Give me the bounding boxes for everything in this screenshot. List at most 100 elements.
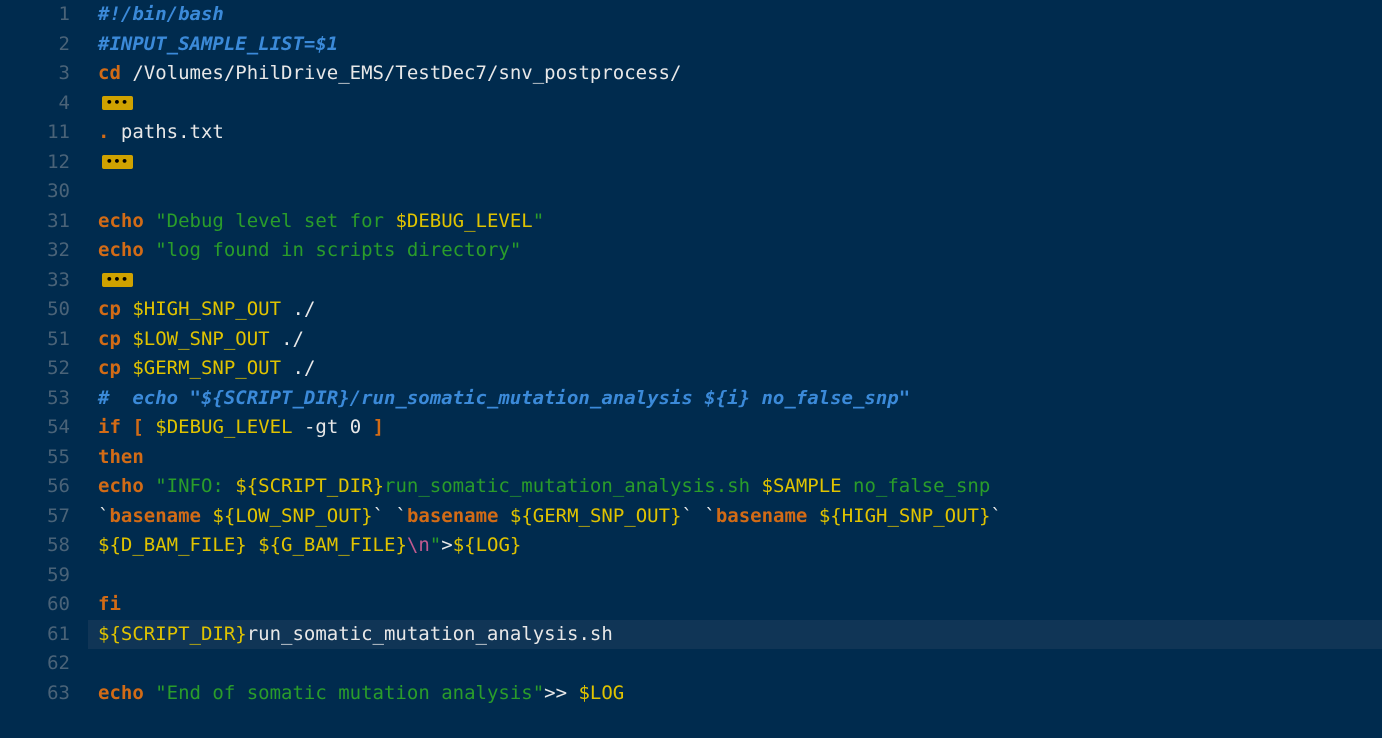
- token: echo: [98, 239, 144, 261]
- code-line[interactable]: cd /Volumes/PhilDrive_EMS/TestDec7/snv_p…: [88, 59, 1382, 89]
- code-area[interactable]: #!/bin/bash #INPUT_SAMPLE_LIST=$1cd /Volu…: [88, 0, 1382, 738]
- token: ${SCRIPT_DIR}: [235, 475, 384, 497]
- token: ${SCRIPT_DIR}: [98, 623, 247, 645]
- code-line[interactable]: fi: [88, 590, 1382, 620]
- line-number: 31: [0, 207, 70, 237]
- token: cp: [98, 357, 121, 379]
- token: basename: [716, 505, 808, 527]
- code-line[interactable]: echo "INFO: ${SCRIPT_DIR}run_somatic_mut…: [88, 472, 1382, 502]
- code-line[interactable]: •••: [88, 148, 1382, 178]
- line-number: 63: [0, 679, 70, 709]
- token: ./: [281, 298, 315, 320]
- code-line[interactable]: cp $HIGH_SNP_OUT ./: [88, 295, 1382, 325]
- token: [121, 328, 132, 350]
- token: [144, 416, 155, 438]
- token: ${D_BAM_FILE}: [98, 534, 247, 556]
- token: [201, 505, 212, 527]
- code-line[interactable]: echo "End of somatic mutation analysis">…: [88, 679, 1382, 709]
- token: ./: [270, 328, 304, 350]
- token: ${G_BAM_FILE}: [258, 534, 407, 556]
- token: echo: [98, 210, 144, 232]
- line-number: 52: [0, 354, 70, 384]
- token: echo: [98, 475, 144, 497]
- code-line[interactable]: •••: [88, 89, 1382, 119]
- token: .: [98, 121, 109, 143]
- token: fi: [98, 593, 121, 615]
- token: ${GERM_SNP_OUT}: [510, 505, 682, 527]
- code-line[interactable]: echo "Debug level set for $DEBUG_LEVEL": [88, 207, 1382, 237]
- line-number: 12: [0, 148, 70, 178]
- line-number: 62: [0, 649, 70, 679]
- token: $LOG: [578, 682, 624, 704]
- line-number: 32: [0, 236, 70, 266]
- token: [121, 357, 132, 379]
- token: run_somatic_mutation_analysis.sh: [384, 475, 762, 497]
- line-number: 51: [0, 325, 70, 355]
- token: ": [533, 210, 544, 232]
- token: `: [373, 505, 384, 527]
- code-line[interactable]: then: [88, 443, 1382, 473]
- code-line[interactable]: [88, 177, 1382, 207]
- line-number: 53: [0, 384, 70, 414]
- code-line[interactable]: cp $GERM_SNP_OUT ./: [88, 354, 1382, 384]
- line-number: 1: [0, 0, 70, 30]
- token: #INPUT_SAMPLE_LIST=$1: [98, 33, 338, 55]
- token: ]: [373, 416, 384, 438]
- token: paths.txt: [109, 121, 223, 143]
- code-line[interactable]: if [ $DEBUG_LEVEL -gt 0 ]: [88, 413, 1382, 443]
- code-editor[interactable]: 1234111230313233505152535455565758596061…: [0, 0, 1382, 738]
- line-number: 57: [0, 502, 70, 532]
- token: `: [395, 505, 406, 527]
- token: # echo "${SCRIPT_DIR}/run_somatic_mutati…: [98, 387, 910, 409]
- token: [121, 298, 132, 320]
- token: /Volumes/PhilDrive_EMS/TestDec7/snv_post…: [121, 62, 682, 84]
- token: echo: [98, 682, 144, 704]
- token: "log found in scripts directory": [155, 239, 521, 261]
- token: ${HIGH_SNP_OUT}: [819, 505, 991, 527]
- token: ./: [281, 357, 315, 379]
- line-number: 60: [0, 590, 70, 620]
- token: ": [430, 534, 441, 556]
- code-line[interactable]: . paths.txt: [88, 118, 1382, 148]
- token: `: [682, 505, 693, 527]
- code-line[interactable]: ${D_BAM_FILE} ${G_BAM_FILE}\n">${LOG}: [88, 531, 1382, 561]
- line-number: 4: [0, 89, 70, 119]
- line-number-gutter: 1234111230313233505152535455565758596061…: [0, 0, 88, 738]
- fold-marker-icon[interactable]: •••: [102, 96, 133, 110]
- code-line[interactable]: [88, 561, 1382, 591]
- token: `: [704, 505, 715, 527]
- token: [247, 534, 258, 556]
- token: \n: [407, 534, 430, 556]
- token: cd: [98, 62, 121, 84]
- token: "End of somatic mutation analysis": [155, 682, 544, 704]
- token: basename: [407, 505, 499, 527]
- token: "INFO:: [155, 475, 235, 497]
- line-number: 58: [0, 531, 70, 561]
- token: >>: [544, 682, 578, 704]
- line-number: 2: [0, 30, 70, 60]
- code-line[interactable]: #INPUT_SAMPLE_LIST=$1: [88, 30, 1382, 60]
- code-line[interactable]: #!/bin/bash: [88, 0, 1382, 30]
- code-line[interactable]: echo "log found in scripts directory": [88, 236, 1382, 266]
- code-line[interactable]: cp $LOW_SNP_OUT ./: [88, 325, 1382, 355]
- code-line[interactable]: ${SCRIPT_DIR}run_somatic_mutation_analys…: [88, 620, 1382, 650]
- fold-marker-icon[interactable]: •••: [102, 155, 133, 169]
- token: [: [132, 416, 143, 438]
- token: [384, 505, 395, 527]
- line-number: 56: [0, 472, 70, 502]
- token: if: [98, 416, 121, 438]
- fold-marker-icon[interactable]: •••: [102, 273, 133, 287]
- token: [693, 505, 704, 527]
- line-number: 50: [0, 295, 70, 325]
- line-number: 55: [0, 443, 70, 473]
- code-line[interactable]: [88, 649, 1382, 679]
- line-number: 59: [0, 561, 70, 591]
- token: [807, 505, 818, 527]
- token: `: [98, 505, 109, 527]
- token: cp: [98, 328, 121, 350]
- code-line[interactable]: `basename ${LOW_SNP_OUT}` `basename ${GE…: [88, 502, 1382, 532]
- code-line[interactable]: •••: [88, 266, 1382, 296]
- token: [1002, 505, 1013, 527]
- code-line[interactable]: # echo "${SCRIPT_DIR}/run_somatic_mutati…: [88, 384, 1382, 414]
- token: [144, 682, 155, 704]
